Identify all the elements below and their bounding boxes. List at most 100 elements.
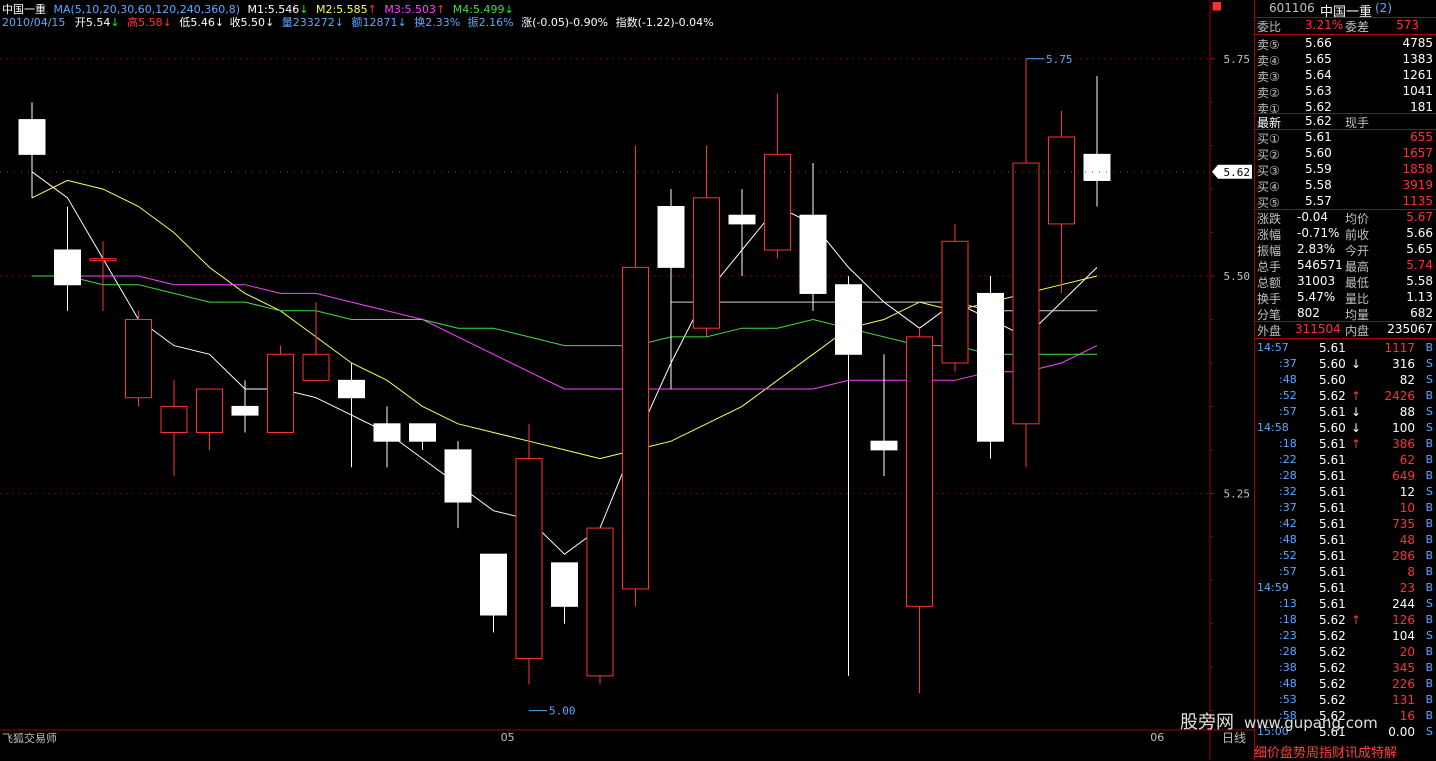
tick-row: 14:59 5.61 23 B bbox=[1255, 581, 1436, 597]
stat-label: 前收 bbox=[1345, 228, 1370, 242]
tick-row: :37 5.60 ↓ 316 S bbox=[1255, 357, 1436, 373]
weibi-row: 委比 3.21% 委差 573 bbox=[1257, 18, 1419, 34]
tick-side: B bbox=[1425, 581, 1433, 594]
tick-price: 5.62 bbox=[1319, 629, 1346, 643]
tick-side: B bbox=[1425, 661, 1433, 674]
tick-time: :42 bbox=[1279, 517, 1297, 530]
tick-time: :13 bbox=[1279, 597, 1297, 610]
tick-time: :37 bbox=[1279, 357, 1297, 370]
tick-price: 5.62 bbox=[1319, 389, 1346, 403]
tick-side: B bbox=[1425, 693, 1433, 706]
tick-row: 14:58 5.60 ↓ 100 S bbox=[1255, 421, 1436, 437]
tick-price: 5.62 bbox=[1319, 613, 1346, 627]
tick-row: :48 5.62 226 B bbox=[1255, 677, 1436, 693]
stat-label: 今开 bbox=[1345, 244, 1370, 258]
tick-time: :52 bbox=[1279, 549, 1297, 562]
tick-volume: 286 bbox=[1392, 549, 1415, 563]
tick-side: S bbox=[1426, 357, 1433, 370]
tick-volume: 345 bbox=[1392, 661, 1415, 675]
bottom-tabs[interactable]: 细价盘势周指财讯成特解 bbox=[1254, 742, 1436, 761]
tick-arrow: ↑ bbox=[1351, 613, 1362, 627]
bid-price: 5.59 bbox=[1305, 162, 1332, 176]
tick-arrow: ↑ bbox=[1351, 437, 1362, 451]
tick-side: B bbox=[1425, 517, 1433, 530]
tick-price: 5.60 bbox=[1319, 357, 1346, 371]
tick-volume: 12 bbox=[1399, 485, 1415, 499]
ask-label: 卖③ bbox=[1257, 70, 1280, 84]
candle-body bbox=[338, 379, 365, 399]
tick-time: :48 bbox=[1279, 533, 1297, 546]
ask-price: 5.64 bbox=[1305, 68, 1332, 82]
bid-label: 买① bbox=[1257, 132, 1280, 146]
tick-arrow: ↓ bbox=[1351, 357, 1362, 371]
tick-price: 5.62 bbox=[1319, 693, 1346, 707]
tick-volume: 62 bbox=[1399, 453, 1415, 467]
tick-volume: 226 bbox=[1392, 677, 1415, 691]
tick-side: B bbox=[1425, 341, 1433, 354]
tick-row: :48 5.61 48 B bbox=[1255, 533, 1436, 549]
tick-arrow: ↓ bbox=[1351, 421, 1362, 435]
stat-label: 最高 bbox=[1345, 260, 1370, 274]
tick-row: :52 5.62 ↑ 2426 B bbox=[1255, 389, 1436, 405]
tick-time: :23 bbox=[1279, 629, 1297, 642]
candle-body bbox=[302, 353, 330, 381]
high-annotation: 5.75 bbox=[1046, 53, 1073, 66]
stat-value: -0.71% bbox=[1297, 226, 1340, 240]
tick-volume: 16 bbox=[1399, 709, 1415, 723]
tick-volume: 244 bbox=[1392, 597, 1415, 611]
tick-price: 5.61 bbox=[1319, 597, 1346, 611]
tick-price: 5.62 bbox=[1319, 661, 1346, 675]
bid-volume: 1657 bbox=[1402, 146, 1433, 160]
stat-value: 5.65 bbox=[1406, 242, 1433, 256]
stat-label: 总额 bbox=[1257, 276, 1282, 290]
tick-side: S bbox=[1426, 405, 1433, 418]
bid-price: 5.61 bbox=[1305, 130, 1332, 144]
outer-inner-row: 外盘 311504 内盘 235067 bbox=[1257, 322, 1433, 338]
tick-side: B bbox=[1425, 437, 1433, 450]
y-tick-label: 5.25 bbox=[1224, 487, 1251, 500]
tick-price: 5.62 bbox=[1319, 645, 1346, 659]
stat-value: 5.66 bbox=[1406, 226, 1433, 240]
ask-volume: 1383 bbox=[1402, 52, 1433, 66]
stat-label: 涨幅 bbox=[1257, 228, 1282, 242]
y-tick-label: 5.75 bbox=[1224, 53, 1251, 66]
tick-price: 5.61 bbox=[1319, 549, 1346, 563]
tick-side: B bbox=[1425, 389, 1433, 402]
x-tick-label: 06 bbox=[1150, 731, 1164, 744]
tick-time: :57 bbox=[1279, 405, 1297, 418]
tick-side: B bbox=[1425, 469, 1433, 482]
candle-body bbox=[586, 527, 614, 677]
stat-row: 分笔 802 均量 682 bbox=[1255, 306, 1436, 322]
tick-row: 14:57 5.61 1117 B bbox=[1255, 341, 1436, 357]
tick-row: :53 5.62 131 B bbox=[1255, 693, 1436, 709]
stat-value: 2.83% bbox=[1297, 242, 1336, 256]
tick-price: 5.60 bbox=[1319, 373, 1346, 387]
tick-price: 5.61 bbox=[1319, 469, 1346, 483]
ma-line-1 bbox=[31, 179, 1098, 460]
tick-price: 5.61 bbox=[1319, 341, 1346, 355]
bid-volume: 1135 bbox=[1402, 194, 1433, 208]
stat-label: 换手 bbox=[1257, 292, 1282, 306]
tick-volume: 104 bbox=[1392, 629, 1415, 643]
candle-body bbox=[1083, 153, 1111, 181]
tick-price: 5.60 bbox=[1319, 421, 1346, 435]
tick-time: :38 bbox=[1279, 661, 1297, 674]
candle-body bbox=[160, 405, 188, 433]
current-price-tag: 5.62 bbox=[1224, 166, 1251, 179]
tick-price: 5.61 bbox=[1319, 533, 1346, 547]
bid-volume: 1858 bbox=[1402, 162, 1433, 176]
tick-row: :48 5.60 82 S bbox=[1255, 373, 1436, 389]
candle-body bbox=[657, 206, 685, 268]
tick-row: :18 5.61 ↑ 386 B bbox=[1255, 437, 1436, 453]
tick-side: B bbox=[1425, 709, 1433, 722]
candle-body bbox=[799, 214, 827, 294]
tick-side: B bbox=[1425, 565, 1433, 578]
bid-label: 买② bbox=[1257, 148, 1280, 162]
kline-chart[interactable]: 5.755.505.2505 06 日线5.755.005.62 bbox=[0, 0, 1254, 760]
tick-row: :28 5.61 649 B bbox=[1255, 469, 1436, 485]
candle-body bbox=[125, 319, 152, 399]
ask-label: 卖⑤ bbox=[1257, 38, 1280, 52]
candle-body bbox=[89, 258, 117, 262]
tick-row: :22 5.61 62 B bbox=[1255, 453, 1436, 469]
tick-time: :28 bbox=[1279, 645, 1297, 658]
